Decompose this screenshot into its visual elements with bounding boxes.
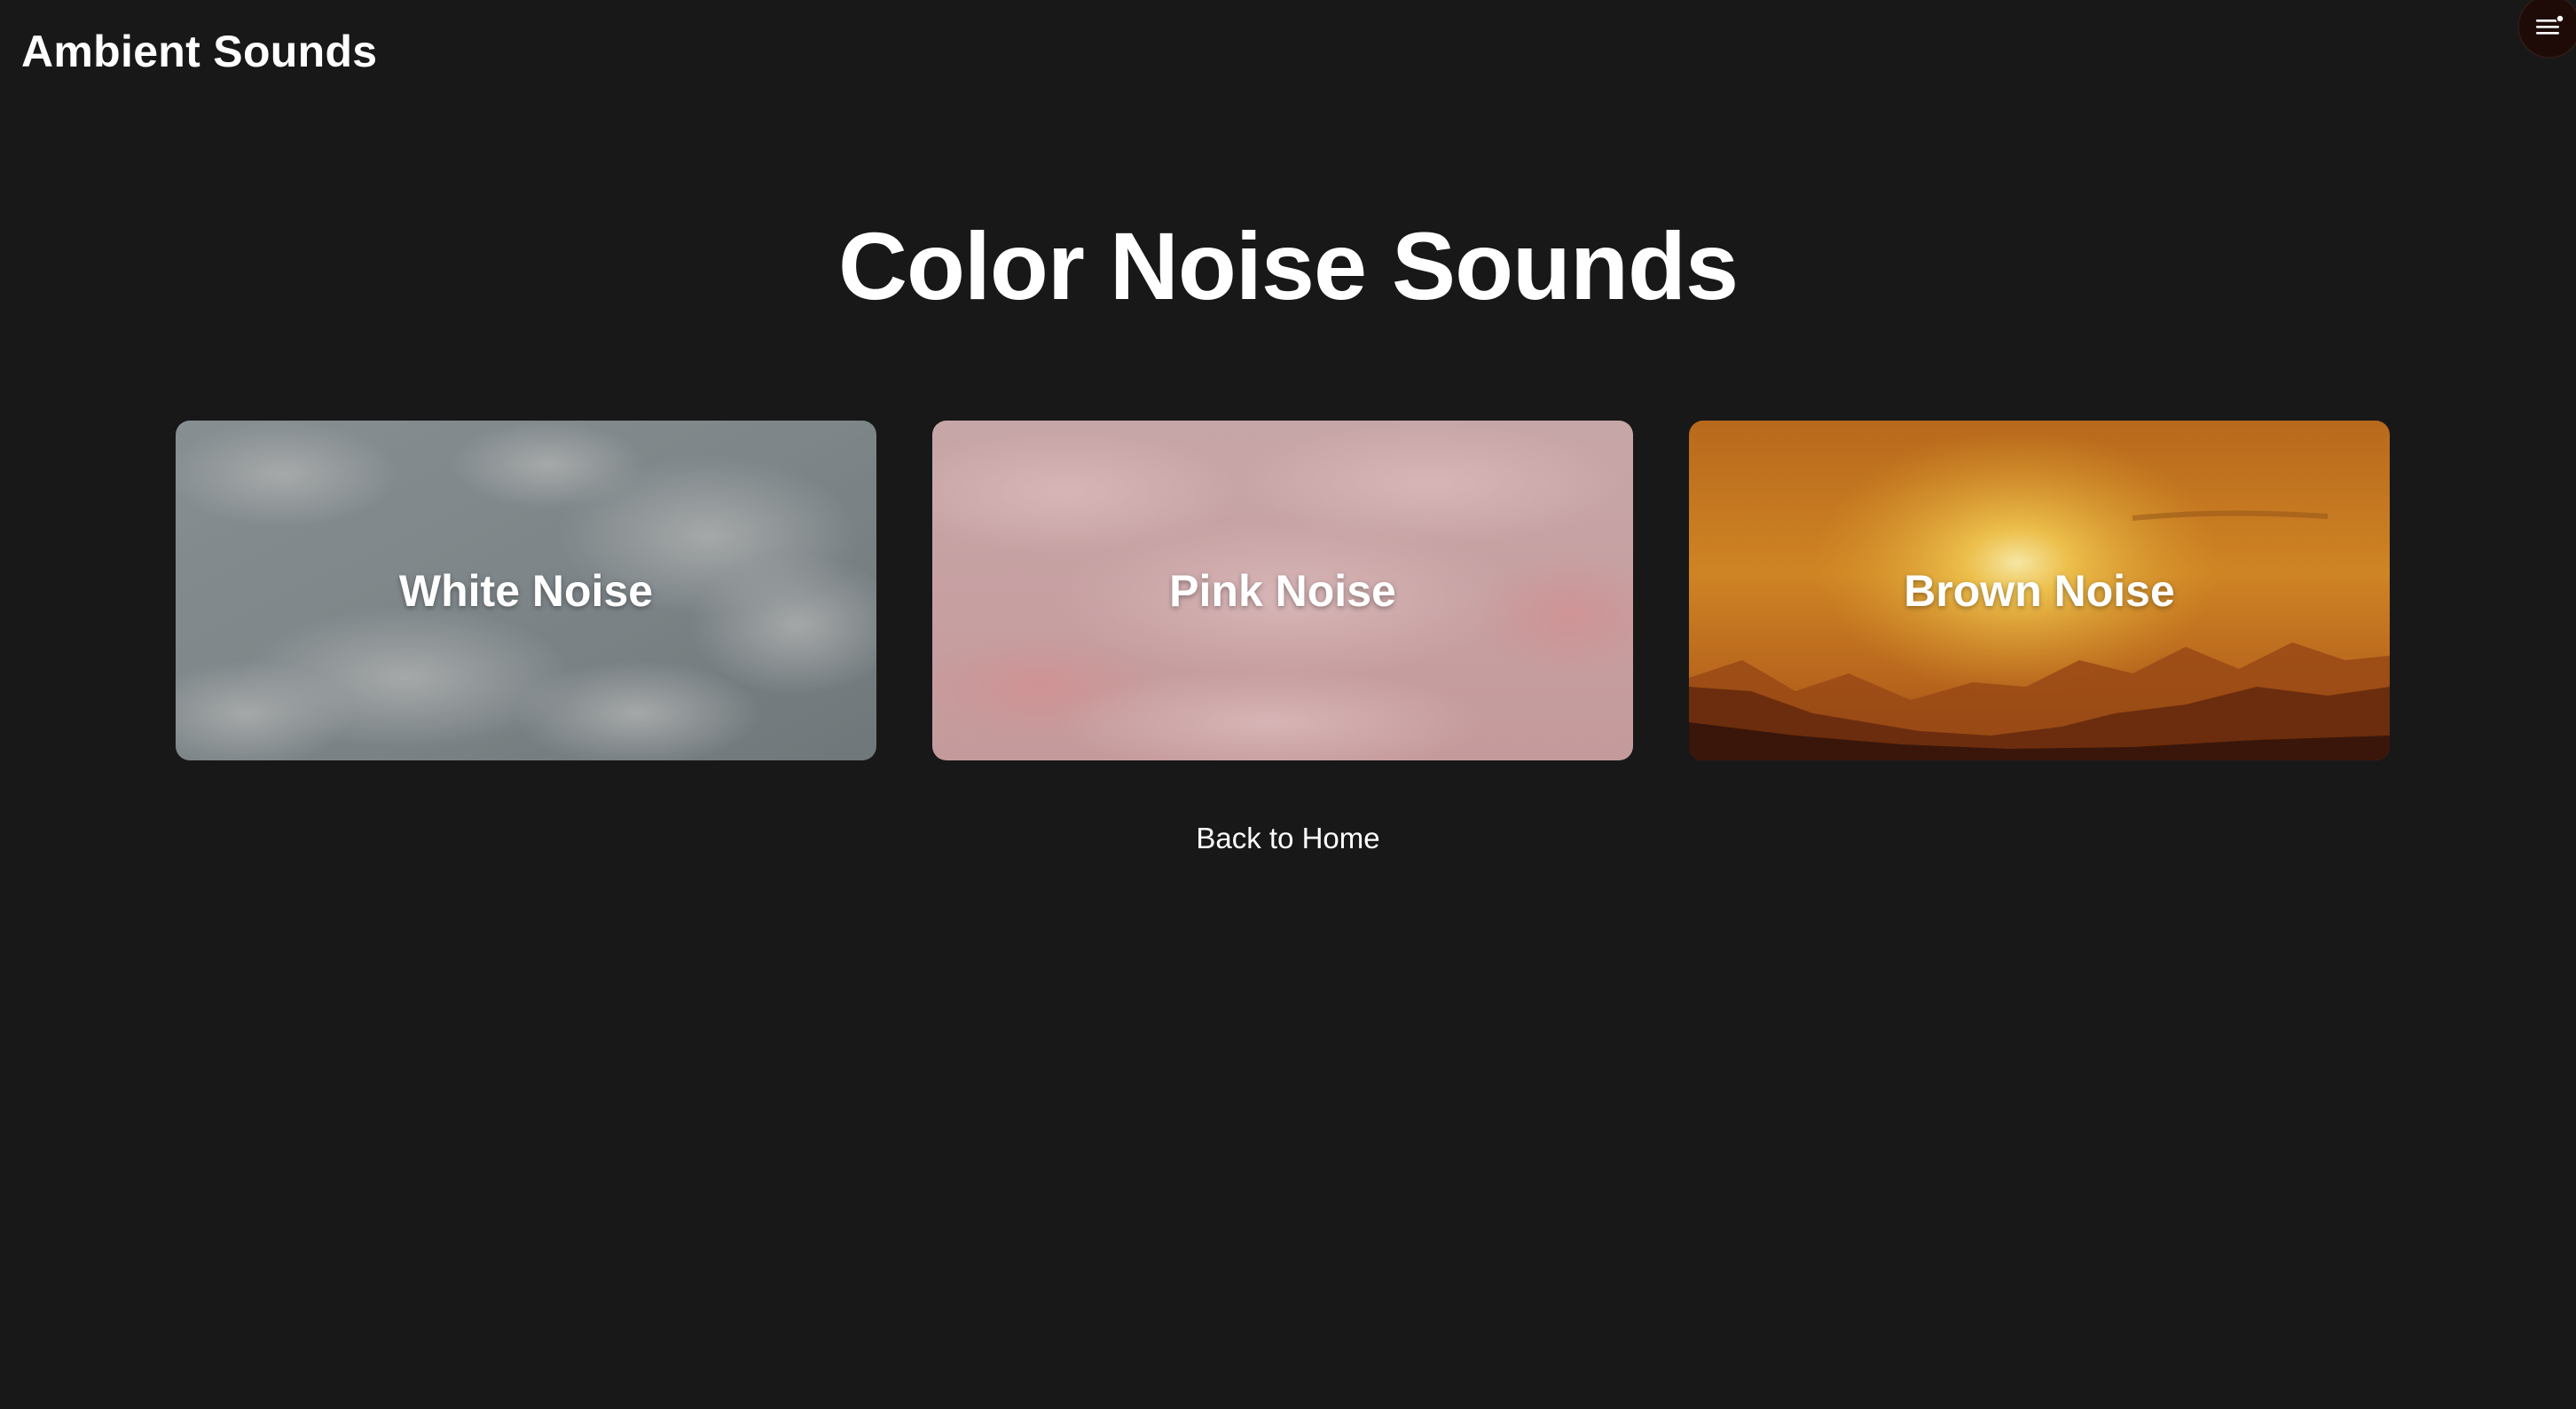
noise-card-grid: White Noise Pink Noise Brown Noise (176, 421, 2390, 760)
pink-noise-label: Pink Noise (1169, 565, 1396, 616)
page-title: Color Noise Sounds (837, 212, 1739, 319)
back-to-home-link[interactable]: Back to Home (0, 820, 2576, 857)
hamburger-menu-icon (2536, 14, 2564, 35)
back-to-home-label[interactable]: Back to Home (1196, 822, 1379, 854)
app-title: Ambient Sounds (21, 27, 378, 76)
white-noise-label: White Noise (398, 565, 654, 616)
menu-button[interactable] (2517, 0, 2576, 59)
pink-noise-card[interactable]: Pink Noise (932, 421, 1633, 760)
white-noise-card[interactable]: White Noise (176, 421, 876, 760)
brown-noise-card[interactable]: Brown Noise (1689, 421, 2390, 760)
brown-noise-label: Brown Noise (1904, 565, 2175, 616)
